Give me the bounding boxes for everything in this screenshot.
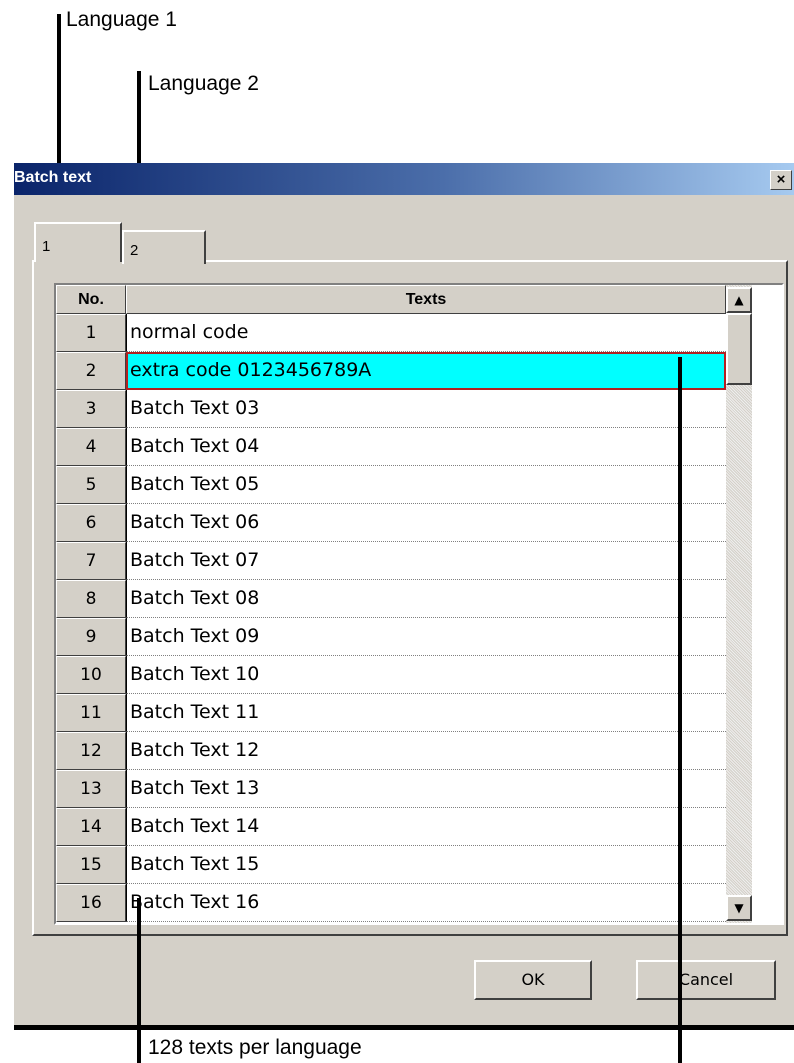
text-cell[interactable]: Batch Text 06 — [126, 504, 726, 542]
scroll-up-icon[interactable]: ▲ — [726, 287, 752, 313]
text-cell[interactable]: Batch Text 14 — [126, 808, 726, 846]
text-cell[interactable]: Batch Text 08 — [126, 580, 726, 618]
row-number[interactable]: 8 — [56, 580, 126, 618]
row-number[interactable]: 16 — [56, 884, 126, 922]
table-row[interactable]: 10 Batch Text 10 — [56, 656, 726, 694]
dialog-title: Batch text — [14, 169, 92, 186]
ok-button[interactable]: OK — [474, 960, 592, 1000]
batch-text-grid: No. Texts 1 normal code 2 extra code 012345… — [54, 283, 784, 925]
row-number[interactable]: 9 — [56, 618, 126, 656]
text-cell[interactable]: Batch Text 11 — [126, 694, 726, 732]
table-row[interactable]: 12 Batch Text 12 — [56, 732, 726, 770]
row-number[interactable]: 5 — [56, 466, 126, 504]
text-cell[interactable]: Batch Text 16 — [126, 884, 726, 922]
table-row[interactable]: 15 Batch Text 15 — [56, 846, 726, 884]
table-row[interactable]: 8 Batch Text 08 — [56, 580, 726, 618]
row-number[interactable]: 15 — [56, 846, 126, 884]
text-cell[interactable]: Batch Text 13 — [126, 770, 726, 808]
row-number[interactable]: 4 — [56, 428, 126, 466]
row-number[interactable]: 6 — [56, 504, 126, 542]
text-cell[interactable]: Batch Text 15 — [126, 846, 726, 884]
table-row[interactable]: 13 Batch Text 13 — [56, 770, 726, 808]
table-row[interactable]: 7 Batch Text 07 — [56, 542, 726, 580]
text-cell[interactable]: Batch Text 12 — [126, 732, 726, 770]
tab-label: 1 — [42, 238, 51, 255]
texts-count-annotation: 128 texts per language — [148, 1036, 362, 1059]
text-cell[interactable]: Batch Text 10 — [126, 656, 726, 694]
text-cell[interactable]: Batch Text 09 — [126, 618, 726, 656]
table-row[interactable]: 4 Batch Text 04 — [56, 428, 726, 466]
table-row[interactable]: 6 Batch Text 06 — [56, 504, 726, 542]
row-number[interactable]: 7 — [56, 542, 126, 580]
tab-language-2[interactable]: 2 — [122, 230, 206, 264]
table-row[interactable]: 1 normal code — [56, 314, 726, 352]
text-cell[interactable]: Batch Text 04 — [126, 428, 726, 466]
close-icon[interactable]: × — [770, 170, 792, 190]
table-row[interactable]: 5 Batch Text 05 — [56, 466, 726, 504]
cancel-button[interactable]: Cancel — [636, 960, 776, 1000]
row-number[interactable]: 13 — [56, 770, 126, 808]
table-row[interactable]: 2 extra code 0123456789A — [56, 352, 726, 390]
text-cell[interactable]: Batch Text 07 — [126, 542, 726, 580]
row-number[interactable]: 11 — [56, 694, 126, 732]
scroll-thumb[interactable] — [726, 313, 752, 385]
table-row[interactable]: 9 Batch Text 09 — [56, 618, 726, 656]
row-number[interactable]: 14 — [56, 808, 126, 846]
table-row[interactable]: 14 Batch Text 14 — [56, 808, 726, 846]
text-cell[interactable]: extra code 0123456789A — [126, 352, 726, 390]
row-number[interactable]: 2 — [56, 352, 126, 390]
dialog-bottom-border — [14, 1025, 794, 1030]
column-header-no: No. — [56, 285, 126, 314]
text-cell[interactable]: Batch Text 03 — [126, 390, 726, 428]
language2-annotation: Language 2 — [148, 72, 259, 95]
table-row[interactable]: 16 Batch Text 16 — [56, 884, 726, 922]
language1-annotation: Language 1 — [66, 8, 177, 31]
dialog-titlebar[interactable]: Batch text × — [14, 163, 794, 195]
batch-text-dialog: Batch text × 1 2 No. Texts 1 normal code 2… — [14, 163, 794, 1029]
row-number[interactable]: 10 — [56, 656, 126, 694]
row-number[interactable]: 3 — [56, 390, 126, 428]
vertical-scrollbar[interactable]: ▲ ▼ — [726, 285, 752, 923]
column-header-texts: Texts — [126, 285, 726, 314]
text-cell[interactable]: normal code — [126, 314, 726, 352]
texts-count-pointer-line — [137, 898, 141, 1063]
text-cell[interactable]: Batch Text 05 — [126, 466, 726, 504]
row-number[interactable]: 1 — [56, 314, 126, 352]
extra-code-pointer-line — [678, 357, 682, 1063]
tab-language-1[interactable]: 1 — [34, 222, 122, 262]
row-number[interactable]: 12 — [56, 732, 126, 770]
table-row[interactable]: 11 Batch Text 11 — [56, 694, 726, 732]
tab-label: 2 — [130, 242, 139, 259]
table-row[interactable]: 3 Batch Text 03 — [56, 390, 726, 428]
scroll-down-icon[interactable]: ▼ — [726, 895, 752, 921]
